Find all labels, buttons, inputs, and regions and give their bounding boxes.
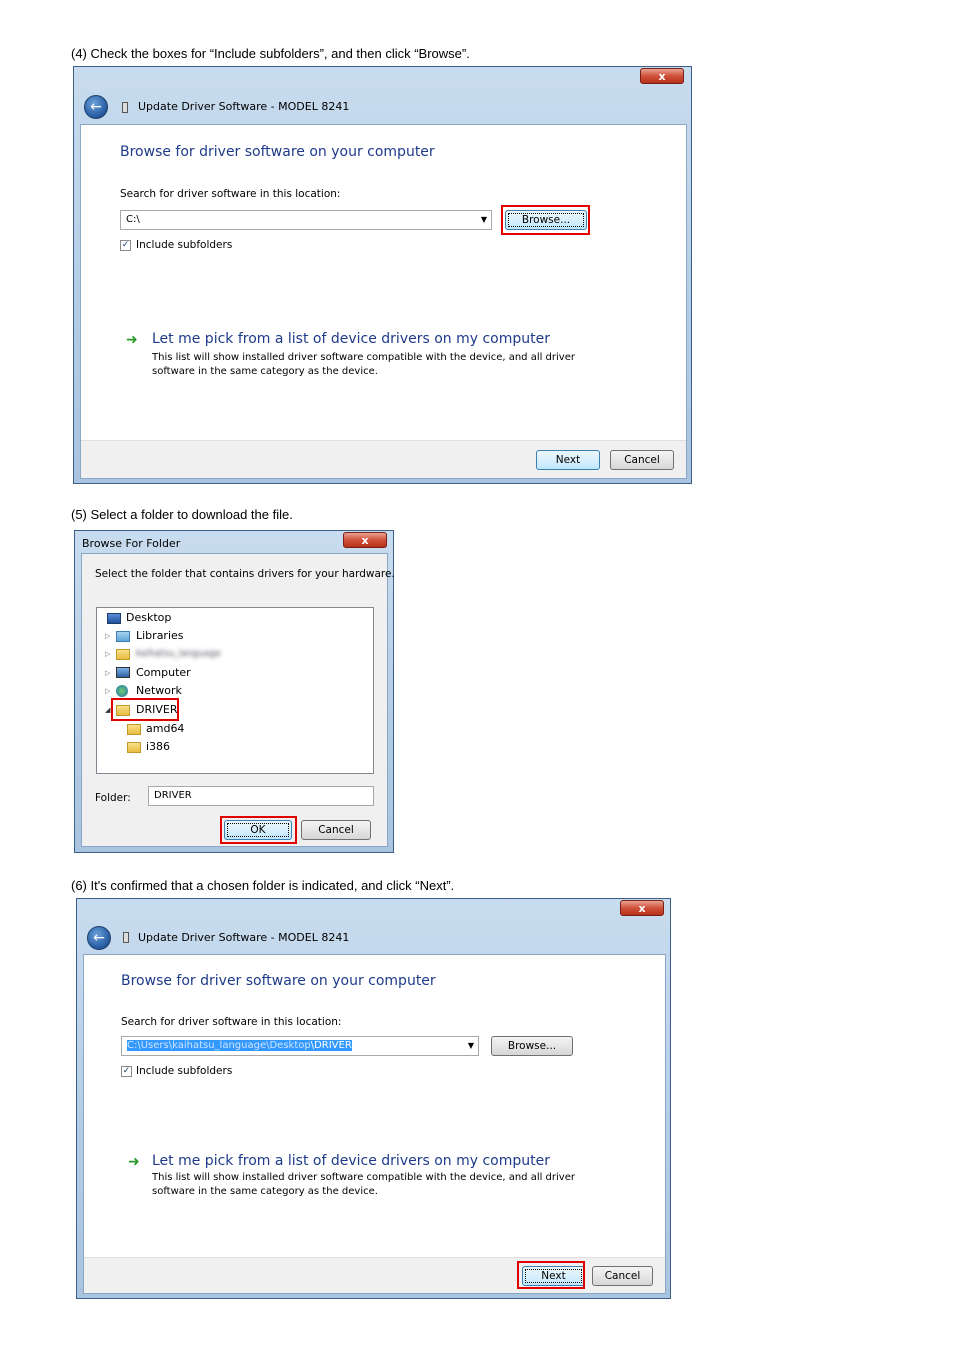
tree-label: i386 bbox=[146, 740, 171, 753]
browse-for-folder-dialog: Browse For Folder x Select the folder th… bbox=[74, 530, 395, 853]
wizard-content: Browse for driver software on your compu… bbox=[83, 954, 666, 1294]
pick-from-list-link[interactable]: Let me pick from a list of device driver… bbox=[152, 331, 550, 347]
computer-icon bbox=[116, 667, 130, 678]
cancel-button[interactable]: Cancel bbox=[592, 1266, 653, 1286]
update-driver-window-1: x ← Update Driver Software - MODEL 8241 … bbox=[73, 66, 692, 484]
tree-label: Libraries bbox=[136, 629, 184, 642]
usb-device-icon bbox=[123, 932, 129, 943]
expand-arrow-icon[interactable]: ▷ bbox=[105, 664, 110, 682]
driver-highlight-box bbox=[111, 698, 179, 721]
pick-from-list-description: This list will show installed driver sof… bbox=[152, 351, 575, 379]
page-heading: Browse for driver software on your compu… bbox=[121, 973, 436, 989]
description-line-2: software in the same category as the dev… bbox=[152, 366, 378, 377]
description-line-1: This list will show installed driver sof… bbox=[152, 1172, 575, 1183]
dialog-instruction: Select the folder that contains drivers … bbox=[95, 568, 395, 580]
include-subfolders-label: Include subfolders bbox=[136, 1065, 233, 1077]
close-button[interactable]: x bbox=[343, 532, 387, 548]
user-folder-icon bbox=[116, 649, 130, 660]
step-6-instruction: (6) It's confirmed that a chosen folder … bbox=[71, 878, 455, 893]
back-arrow-icon[interactable]: ← bbox=[87, 926, 111, 950]
next-highlight-box bbox=[517, 1261, 585, 1289]
page-heading: Browse for driver software on your compu… bbox=[120, 144, 435, 160]
expand-arrow-icon[interactable]: ▷ bbox=[105, 645, 110, 663]
folder-value: DRIVER bbox=[154, 790, 192, 801]
include-subfolders-checkbox[interactable]: ✓ bbox=[120, 240, 131, 251]
green-arrow-icon: ➜ bbox=[128, 1154, 140, 1170]
dropdown-arrow-icon[interactable]: ▼ bbox=[468, 1037, 474, 1055]
dropdown-arrow-icon[interactable]: ▼ bbox=[481, 211, 487, 229]
location-combobox[interactable]: C:\Users\kaihatsu_language\Desktop\DRIVE… bbox=[121, 1036, 479, 1056]
close-button[interactable]: x bbox=[640, 68, 684, 84]
collapse-arrow-icon[interactable]: ◢ bbox=[105, 701, 110, 719]
cancel-button[interactable]: Cancel bbox=[610, 450, 674, 470]
network-icon bbox=[116, 685, 128, 697]
close-button[interactable]: x bbox=[620, 900, 664, 916]
tree-label: amd64 bbox=[146, 722, 185, 735]
search-location-label: Search for driver software in this locat… bbox=[120, 188, 341, 200]
location-selected-suffix: \DRIVER bbox=[310, 1040, 352, 1051]
window-title: Update Driver Software - MODEL 8241 bbox=[138, 100, 350, 113]
pick-from-list-link[interactable]: Let me pick from a list of device driver… bbox=[152, 1153, 550, 1169]
browse-highlight-box bbox=[501, 205, 590, 235]
dialog-title: Browse For Folder bbox=[82, 537, 181, 550]
libraries-icon bbox=[116, 631, 130, 642]
tree-label: Desktop bbox=[126, 611, 172, 624]
window-title: Update Driver Software - MODEL 8241 bbox=[138, 931, 350, 944]
cancel-button[interactable]: Cancel bbox=[301, 820, 371, 840]
tree-label: Computer bbox=[136, 666, 191, 679]
folder-label: Folder: bbox=[95, 792, 131, 804]
tree-label: kaihatsu_language bbox=[136, 649, 221, 659]
folder-icon bbox=[127, 724, 141, 735]
folder-tree[interactable]: Desktop ▷ Libraries ▷ kaihatsu_language … bbox=[96, 607, 374, 774]
update-driver-window-2: x ← Update Driver Software - MODEL 8241 … bbox=[76, 898, 671, 1299]
browse-button[interactable]: Browse... bbox=[491, 1036, 573, 1056]
wizard-footer: Next Cancel bbox=[81, 440, 686, 478]
location-value: C:\ bbox=[126, 214, 140, 225]
ok-highlight-box bbox=[220, 816, 297, 844]
folder-input[interactable]: DRIVER bbox=[148, 786, 374, 806]
wizard-footer: Next Cancel bbox=[84, 1257, 665, 1293]
description-line-1: This list will show installed driver sof… bbox=[152, 352, 575, 363]
description-line-2: software in the same category as the dev… bbox=[152, 1186, 378, 1197]
location-combobox[interactable]: C:\ ▼ bbox=[120, 210, 492, 230]
expand-arrow-icon[interactable]: ▷ bbox=[105, 627, 110, 645]
location-selected-text: C:\Users\kaihatsu_language\Desktop bbox=[127, 1040, 311, 1051]
search-location-label: Search for driver software in this locat… bbox=[121, 1016, 342, 1028]
next-button[interactable]: Next bbox=[536, 450, 600, 470]
pick-from-list-description: This list will show installed driver sof… bbox=[152, 1171, 575, 1199]
desktop-icon bbox=[107, 613, 121, 624]
step-4-instruction: (4) Check the boxes for “Include subfold… bbox=[71, 46, 470, 61]
include-subfolders-checkbox[interactable]: ✓ bbox=[121, 1066, 132, 1077]
step-5-instruction: (5) Select a folder to download the file… bbox=[71, 507, 293, 522]
folder-icon bbox=[127, 742, 141, 753]
dialog-content: Select the folder that contains drivers … bbox=[81, 553, 395, 847]
green-arrow-icon: ➜ bbox=[126, 332, 138, 348]
wizard-content: Browse for driver software on your compu… bbox=[80, 124, 687, 479]
usb-device-icon bbox=[122, 102, 128, 113]
back-arrow-icon[interactable]: ← bbox=[84, 95, 108, 119]
expand-arrow-icon[interactable]: ▷ bbox=[105, 682, 110, 700]
include-subfolders-label: Include subfolders bbox=[136, 239, 233, 251]
